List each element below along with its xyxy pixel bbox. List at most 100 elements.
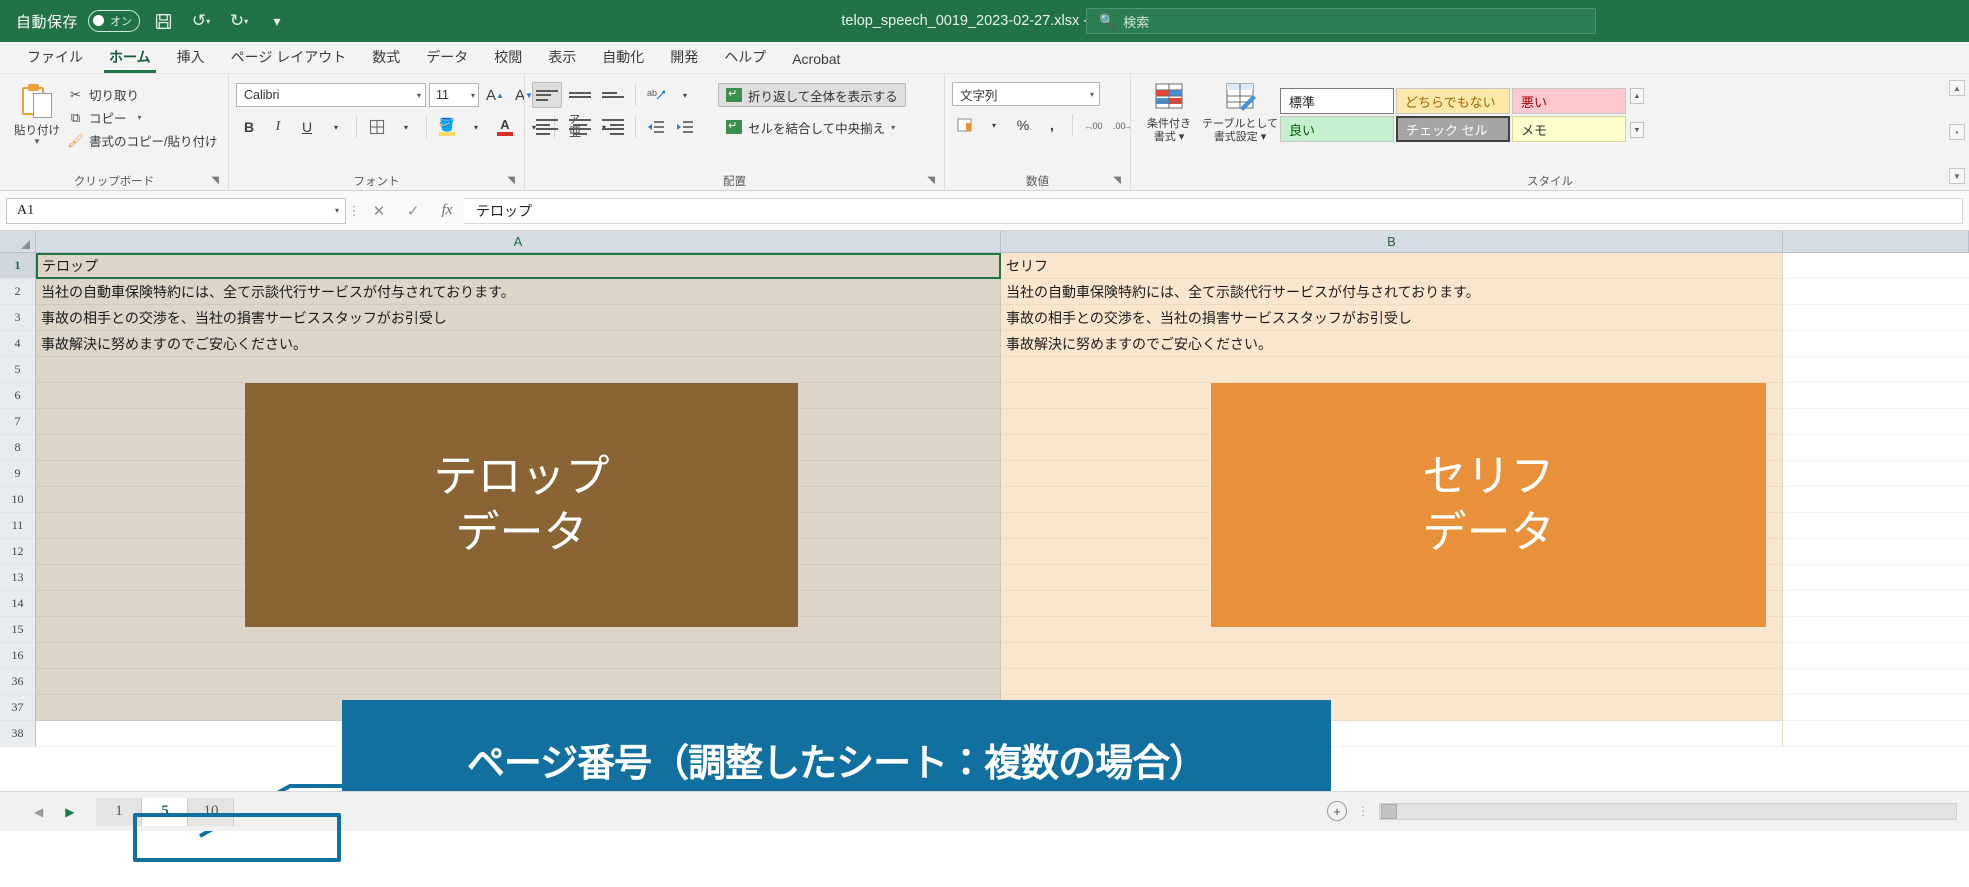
- scroll-mid-icon[interactable]: ▪: [1949, 124, 1965, 140]
- cancel-icon[interactable]: ✕: [362, 202, 396, 220]
- cell-c12[interactable]: [1783, 539, 1969, 565]
- cell-style-good[interactable]: 良い: [1280, 116, 1394, 142]
- tab-page-layout[interactable]: ページ レイアウト: [218, 44, 360, 73]
- cell-style-check[interactable]: チェック セル: [1396, 116, 1510, 142]
- cell-c13[interactable]: [1783, 565, 1969, 591]
- sheet-tab-1[interactable]: 1: [96, 797, 143, 826]
- tab-view[interactable]: 表示: [535, 44, 589, 73]
- add-sheet-icon[interactable]: +: [1327, 801, 1347, 821]
- cell-c3[interactable]: [1783, 305, 1969, 331]
- percent-style-button[interactable]: %: [1010, 112, 1036, 138]
- cell-style-bad[interactable]: 悪い: [1512, 88, 1626, 114]
- cell-c4[interactable]: [1783, 331, 1969, 357]
- cell-c10[interactable]: [1783, 487, 1969, 513]
- accounting-format-icon[interactable]: [952, 112, 978, 138]
- tab-acrobat[interactable]: Acrobat: [779, 48, 853, 73]
- alignment-dialog-launcher-icon[interactable]: ◥: [927, 175, 935, 186]
- font-size-input[interactable]: 11 ▾: [429, 83, 479, 107]
- redo-icon[interactable]: ↻ ▾: [224, 6, 254, 36]
- row-header-11[interactable]: 11: [0, 513, 36, 539]
- select-all-corner[interactable]: [0, 231, 36, 253]
- chevron-down-icon[interactable]: ▾: [672, 82, 698, 108]
- orientation-icon[interactable]: ab: [643, 82, 669, 108]
- cell-c37[interactable]: [1783, 695, 1969, 721]
- row-header-1[interactable]: 1: [0, 253, 36, 279]
- wrap-text-button[interactable]: 折り返して全体を表示する: [718, 83, 906, 107]
- cell-c9[interactable]: [1783, 461, 1969, 487]
- row-header-37[interactable]: 37: [0, 695, 36, 721]
- chevron-down-icon[interactable]: ▾: [471, 91, 475, 100]
- tab-home[interactable]: ホーム: [96, 44, 164, 73]
- chevron-down-icon[interactable]: ▾: [891, 123, 895, 132]
- cell-b5[interactable]: [1001, 357, 1783, 383]
- row-header-5[interactable]: 5: [0, 357, 36, 383]
- row-header-16[interactable]: 16: [0, 643, 36, 669]
- tab-review[interactable]: 校閲: [481, 44, 535, 73]
- qat-more-icon[interactable]: ▾: [262, 6, 292, 36]
- fill-color-icon[interactable]: 🪣: [434, 114, 460, 140]
- cell-c7[interactable]: [1783, 409, 1969, 435]
- merge-center-button[interactable]: セルを結合して中央揃え ▾: [718, 115, 903, 139]
- row-header-8[interactable]: 8: [0, 435, 36, 461]
- sheet-tab-10[interactable]: 10: [188, 797, 235, 826]
- cell-c38[interactable]: [1783, 721, 1969, 747]
- clipboard-dialog-launcher-icon[interactable]: ◥: [211, 175, 219, 186]
- row-header-15[interactable]: 15: [0, 617, 36, 643]
- italic-button[interactable]: I: [265, 114, 291, 140]
- chevron-down-icon[interactable]: ▾: [35, 137, 40, 146]
- cell-a4[interactable]: 事故解決に努めますのでご安心ください。: [36, 331, 1001, 357]
- row-header-38[interactable]: 38: [0, 721, 36, 747]
- cell-c2[interactable]: [1783, 279, 1969, 305]
- cell-c8[interactable]: [1783, 435, 1969, 461]
- tab-insert[interactable]: 挿入: [164, 44, 218, 73]
- cell-style-standard[interactable]: 標準: [1280, 88, 1394, 114]
- row-header-14[interactable]: 14: [0, 591, 36, 617]
- align-left-button[interactable]: [532, 114, 562, 140]
- comma-style-button[interactable]: ,: [1039, 112, 1065, 138]
- ribbon-overflow-scroll[interactable]: ▲ ▪ ▼: [1949, 80, 1965, 184]
- underline-button[interactable]: U: [294, 114, 320, 140]
- name-box[interactable]: A1 ▾: [6, 197, 346, 224]
- chevron-down-icon[interactable]: ▾: [417, 91, 421, 100]
- prev-sheet-icon[interactable]: ◀: [34, 805, 43, 819]
- formula-input[interactable]: テロップ: [464, 197, 1963, 224]
- cell-style-neutral[interactable]: どちらでもない: [1396, 88, 1510, 114]
- cell-a16[interactable]: [36, 643, 1001, 669]
- cell-a3[interactable]: 事故の相手との交渉を、当社の損害サービススタッフがお引受し: [36, 305, 1001, 331]
- increase-indent-button[interactable]: [672, 114, 698, 140]
- cell-a1[interactable]: テロップ: [36, 253, 1001, 279]
- cell-b16[interactable]: [1001, 643, 1783, 669]
- cell-b36[interactable]: [1001, 669, 1783, 695]
- increase-decimal-icon[interactable]: ← .00: [1080, 112, 1106, 138]
- row-header-2[interactable]: 2: [0, 279, 36, 305]
- row-header-4[interactable]: 4: [0, 331, 36, 357]
- number-format-select[interactable]: 文字列 ▾: [952, 82, 1100, 106]
- row-header-10[interactable]: 10: [0, 487, 36, 513]
- row-header-6[interactable]: 6: [0, 383, 36, 409]
- font-dialog-launcher-icon[interactable]: ◥: [507, 175, 515, 186]
- cell-c6[interactable]: [1783, 383, 1969, 409]
- row-header-12[interactable]: 12: [0, 539, 36, 565]
- decrease-indent-button[interactable]: [643, 114, 669, 140]
- column-header-a[interactable]: A: [36, 231, 1001, 253]
- row-header-36[interactable]: 36: [0, 669, 36, 695]
- scroll-down-icon[interactable]: ▼: [1949, 168, 1965, 184]
- cell-c1[interactable]: [1783, 253, 1969, 279]
- align-right-button[interactable]: [598, 114, 628, 140]
- align-bottom-button[interactable]: [598, 82, 628, 108]
- cell-b1[interactable]: セリフ: [1001, 253, 1783, 279]
- column-header-b[interactable]: B: [1001, 231, 1783, 253]
- font-name-input[interactable]: Calibri ▾: [236, 83, 426, 107]
- chevron-down-icon[interactable]: ▾: [335, 206, 339, 215]
- cell-style-memo[interactable]: メモ: [1512, 116, 1626, 142]
- cell-a36[interactable]: [36, 669, 1001, 695]
- chevron-down-icon[interactable]: ▾: [463, 114, 489, 140]
- chevron-down-icon[interactable]: ▾: [1090, 90, 1094, 99]
- paste-button[interactable]: 貼り付け ▾: [7, 82, 67, 146]
- scroll-down-icon[interactable]: ▼: [1630, 122, 1644, 138]
- row-header-9[interactable]: 9: [0, 461, 36, 487]
- align-middle-button[interactable]: [565, 82, 595, 108]
- font-color-icon[interactable]: A: [492, 114, 518, 140]
- chevron-down-icon[interactable]: ▾: [981, 112, 1007, 138]
- cell-c16[interactable]: [1783, 643, 1969, 669]
